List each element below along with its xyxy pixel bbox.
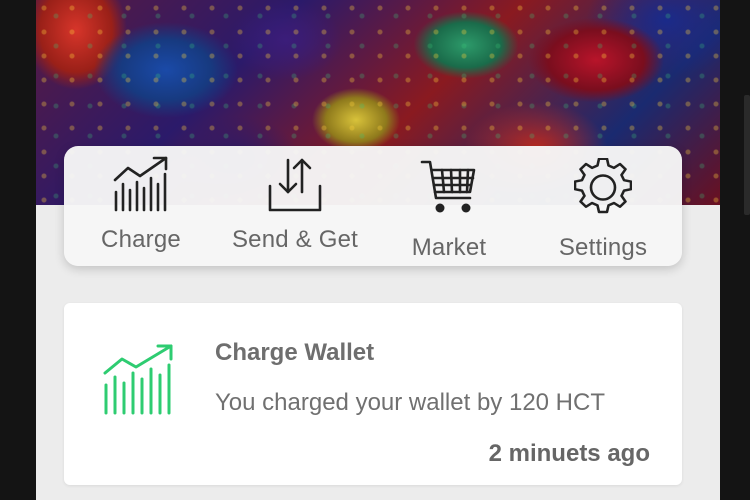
market-label: Market — [411, 234, 487, 261]
app-screen: Charge Send & Get Market Settings Charge… — [36, 0, 720, 500]
gear-icon — [574, 158, 632, 214]
notification-description: You charged your wallet by 120 HCT — [215, 389, 605, 416]
notification-card[interactable]: Charge Wallet You charged your wallet by… — [64, 303, 682, 485]
send-get-button[interactable]: Send & Get — [218, 146, 372, 266]
charge-chart-icon — [113, 156, 168, 212]
market-button[interactable]: Market — [372, 146, 526, 266]
action-toolbar: Charge Send & Get Market Settings — [64, 146, 682, 266]
notification-time: 2 minuets ago — [488, 440, 650, 467]
settings-label: Settings — [558, 234, 648, 261]
charge-label: Charge — [101, 226, 181, 253]
phone-frame: Charge Send & Get Market Settings Charge… — [0, 0, 750, 500]
charge-button[interactable]: Charge — [64, 146, 218, 266]
cart-icon — [420, 160, 476, 213]
send-get-label: Send & Get — [231, 226, 359, 253]
send-get-icon — [268, 158, 322, 212]
settings-button[interactable]: Settings — [526, 146, 680, 266]
notification-title: Charge Wallet — [215, 339, 375, 366]
charge-chart-icon — [103, 344, 173, 415]
phone-side-button — [744, 95, 750, 215]
